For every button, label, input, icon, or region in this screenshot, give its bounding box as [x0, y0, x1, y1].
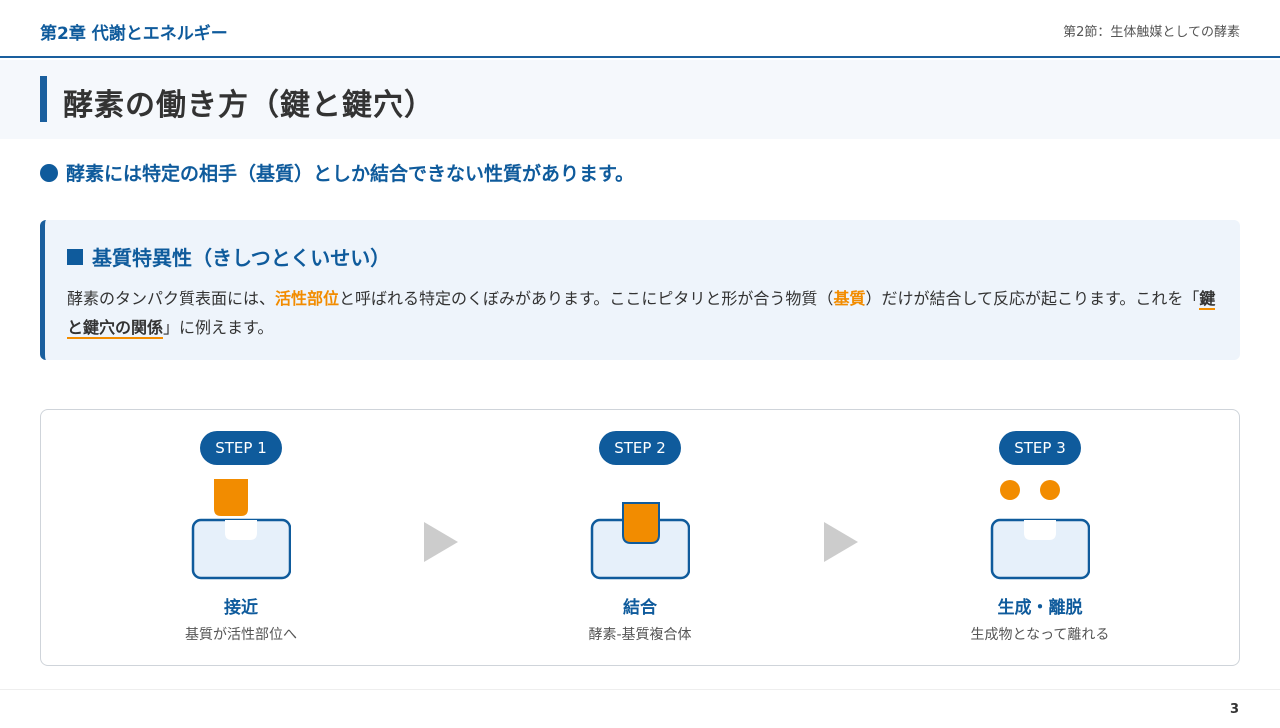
page-number: 3 [1229, 702, 1239, 717]
page-title: 酵素の働き方（鍵と鍵穴） [63, 88, 435, 123]
callout-heading: 基質特異性（きしつとくいせい） [67, 242, 390, 271]
step-name: 接近 [224, 598, 258, 618]
callout-heading-text: 基質特異性（きしつとくいせい） [92, 246, 391, 270]
enzyme-substrate-complex-illustration [590, 502, 690, 580]
footer-divider [0, 689, 1280, 690]
play-triangle-icon [424, 522, 458, 562]
square-bullet-icon [67, 248, 83, 265]
step-name: 結合 [623, 598, 657, 618]
callout-body-part-4: 」に例えます。 [163, 318, 274, 337]
callout-body-part-1: 酵素のタンパク質表面には、 [67, 289, 276, 308]
specificity-callout: 基質特異性（きしつとくいせい） 酵素のタンパク質表面には、活性部位と呼ばれる特定… [40, 220, 1240, 360]
lead-text: 酵素には特定の相手（基質）としか結合できない性質があります。 [66, 163, 635, 185]
bullet-dot-icon [40, 163, 58, 182]
step-badge: STEP 3 [999, 431, 1081, 465]
step-badge: STEP 2 [599, 431, 681, 465]
page-header: 第2章 代謝とエネルギー 第2節：生体触媒としての酵素 [0, 0, 1280, 58]
step-badge: STEP 1 [200, 431, 282, 465]
step-release: STEP 3 生成・離脱 生成物となって離れる [930, 410, 1150, 665]
substrate-highlight: 基質 [833, 289, 866, 308]
step-approach: STEP 1 接近 基質が活性部位へ [131, 410, 351, 665]
lead-statement: 酵素には特定の相手（基質）としか結合できない性質があります。 [40, 159, 634, 186]
product-release-illustration [990, 480, 1090, 580]
play-triangle-icon [824, 522, 858, 562]
lock-and-key-diagram: STEP 1 接近 基質が活性部位へ STEP 2 結合 酵素-基質複合体 ST… [40, 409, 1240, 666]
enzyme-substrate-approach-illustration [191, 479, 291, 580]
callout-body-part-2: と呼ばれる特定のくぼみがあります。ここにピタリと形が合う物質（ [339, 289, 834, 308]
section-title: 第2節：生体触媒としての酵素 [1063, 25, 1240, 40]
step-description: 生成物となって離れる [970, 627, 1110, 643]
callout-body: 酵素のタンパク質表面には、活性部位と呼ばれる特定のくぼみがあります。ここにピタリ… [67, 284, 1227, 342]
step-name: 生成・離脱 [997, 598, 1083, 618]
step-description: 基質が活性部位へ [185, 627, 297, 643]
active-site-highlight: 活性部位 [275, 289, 340, 308]
callout-body-part-3: ）だけが結合して反応が起こります。これを「 [865, 289, 1200, 308]
chapter-title: 第2章 代謝とエネルギー [40, 24, 228, 44]
step-binding: STEP 2 結合 酵素-基質複合体 [530, 410, 750, 665]
title-accent-bar [40, 76, 47, 122]
step-description: 酵素-基質複合体 [588, 627, 692, 643]
